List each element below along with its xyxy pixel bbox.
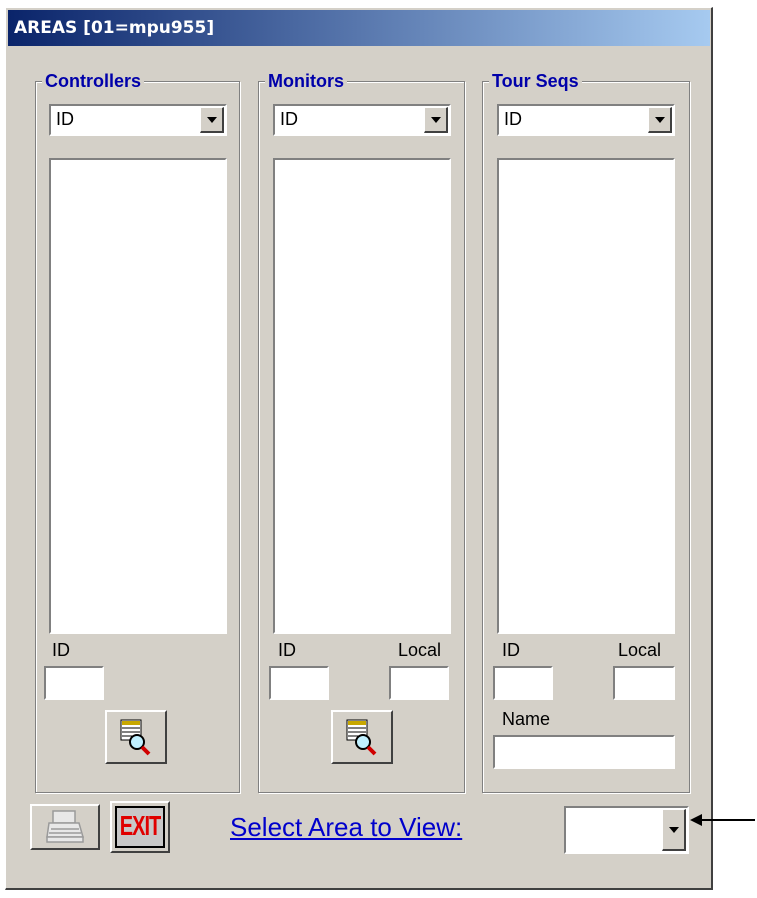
controllers-list[interactable] [49,158,227,634]
printer-icon [46,810,84,843]
exit-label: EXIT [119,810,161,842]
monitors-id-label: ID [278,640,296,660]
controllers-id-field[interactable] [44,666,104,700]
monitors-list[interactable] [273,158,451,634]
window-title: AREAS [01=mpu955] [14,18,215,38]
controllers-sort-value: ID [56,109,74,129]
monitors-local-label: Local [398,640,442,660]
area-select-dropdown[interactable] [564,806,689,854]
select-area-link[interactable]: Select Area to View: [230,812,462,843]
monitors-lookup-button[interactable] [331,710,393,764]
table-magnifier-icon [120,719,151,756]
chevron-down-icon[interactable] [662,809,686,851]
tour-seqs-local-field[interactable] [613,666,675,700]
controllers-lookup-button[interactable] [105,710,167,764]
chevron-down-icon[interactable] [424,107,448,133]
tour-seqs-list[interactable] [497,158,675,634]
monitors-local-field[interactable] [389,666,449,700]
exit-sign-icon: EXIT [115,806,165,848]
tour-seqs-local-label: Local [618,640,662,660]
print-button[interactable] [30,804,100,850]
exit-button[interactable]: EXIT [110,801,170,853]
tour-seqs-id-field[interactable] [493,666,553,700]
tour-seqs-group-label: Tour Seqs [489,70,582,92]
areas-window: AREAS [01=mpu955] Controllers ID ID Moni… [5,7,713,890]
controllers-group-label: Controllers [42,70,145,92]
table-magnifier-icon [346,719,377,756]
tour-seqs-sort-dropdown[interactable]: ID [497,104,675,136]
tour-seqs-name-field[interactable] [493,735,675,769]
controllers-sort-dropdown[interactable]: ID [49,104,227,136]
monitors-group-label: Monitors [265,70,347,92]
chevron-down-icon[interactable] [200,107,224,133]
monitors-sort-dropdown[interactable]: ID [273,104,451,136]
chevron-down-icon[interactable] [648,107,672,133]
tour-seqs-sort-value: ID [504,109,522,129]
arrow-left-icon [690,814,755,826]
monitors-sort-value: ID [280,109,298,129]
controllers-id-label: ID [52,640,70,660]
tour-seqs-id-label: ID [502,640,520,660]
title-bar: AREAS [01=mpu955] [8,10,710,46]
monitors-id-field[interactable] [269,666,329,700]
tour-seqs-name-label: Name [502,709,551,729]
